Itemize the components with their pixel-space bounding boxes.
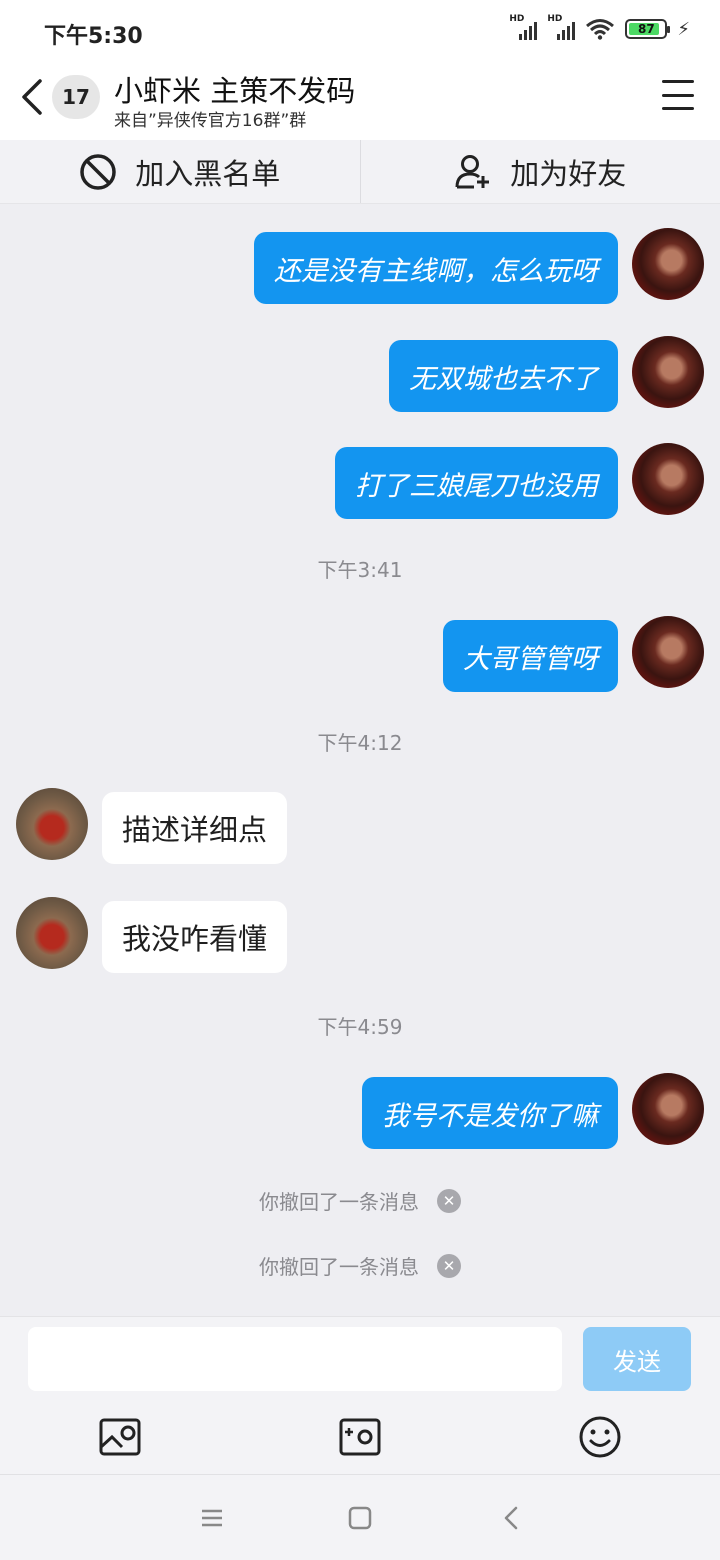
outgoing-message-bubble[interactable]: 我号不是发你了嘛 xyxy=(362,1077,618,1149)
battery-icon: 87 xyxy=(625,19,671,39)
charging-bolt-icon: ⚡ xyxy=(677,18,690,40)
action-bar: 加入黑名单 加为好友 xyxy=(0,140,720,204)
unread-count-badge: 17 xyxy=(52,75,100,119)
system-nav-bar xyxy=(0,1474,720,1560)
image-button[interactable] xyxy=(98,1415,142,1459)
recent-apps-icon[interactable] xyxy=(199,1505,225,1531)
message-timestamp: 下午4:59 xyxy=(317,1015,403,1039)
camera-button[interactable] xyxy=(338,1415,382,1459)
recall-text: 你撤回了一条消息 xyxy=(259,1190,419,1214)
message-list[interactable]: 还是没有主线啊，怎么玩呀 无双城也去不了 打了三娘尾刀也没用 下午3:41 大哥… xyxy=(0,204,720,1316)
chevron-left-icon xyxy=(22,79,42,115)
message-row: 我号不是发你了嘛 xyxy=(0,1073,720,1149)
camera-icon xyxy=(339,1418,381,1456)
status-icons: HD HD 87 ⚡ xyxy=(509,14,690,40)
message-row: 无双城也去不了 xyxy=(0,336,720,412)
outgoing-message-bubble[interactable]: 无双城也去不了 xyxy=(389,340,618,412)
outgoing-message-bubble[interactable]: 大哥管管呀 xyxy=(443,620,618,692)
message-row: 打了三娘尾刀也没用 xyxy=(0,443,720,519)
incoming-message-bubble[interactable]: 我没咋看懂 xyxy=(102,901,288,973)
composer: 发送 xyxy=(0,1316,720,1474)
add-friend-label: 加为好友 xyxy=(510,156,627,191)
my-avatar[interactable] xyxy=(632,443,704,515)
outgoing-message-bubble[interactable]: 还是没有主线啊，怎么玩呀 xyxy=(254,232,618,304)
chat-subtitle: 来自”异侠传官方16群”群 xyxy=(114,111,307,131)
my-avatar[interactable] xyxy=(632,616,704,688)
close-icon[interactable]: ✕ xyxy=(437,1253,461,1278)
menu-icon[interactable] xyxy=(662,80,694,110)
my-avatar[interactable] xyxy=(632,228,704,300)
status-bar: 下午5:30 HD HD 87 ⚡ xyxy=(0,0,720,64)
battery-percent: 87 xyxy=(638,22,655,36)
message-timestamp: 下午4:12 xyxy=(317,731,403,755)
message-input[interactable] xyxy=(28,1327,562,1391)
message-timestamp: 下午3:41 xyxy=(317,558,403,582)
block-label: 加入黑名单 xyxy=(135,156,281,191)
image-icon xyxy=(99,1418,141,1456)
block-button[interactable]: 加入黑名单 xyxy=(0,140,360,203)
wifi-icon xyxy=(586,19,615,40)
my-avatar[interactable] xyxy=(632,336,704,408)
status-time: 下午5:30 xyxy=(44,24,143,49)
message-row: 还是没有主线啊，怎么玩呀 xyxy=(0,228,720,304)
incoming-message-bubble[interactable]: 描述详细点 xyxy=(102,792,288,864)
my-avatar[interactable] xyxy=(632,1073,704,1145)
chat-header: 17 小虾米 主策不发码 来自”异侠传官方16群”群 xyxy=(0,64,720,140)
add-user-icon xyxy=(455,154,490,188)
close-icon[interactable]: ✕ xyxy=(437,1188,461,1213)
contact-avatar[interactable] xyxy=(16,897,88,969)
recall-text: 你撤回了一条消息 xyxy=(259,1255,419,1279)
signal-icon: HD xyxy=(547,14,576,40)
message-row: 描述详细点 xyxy=(0,788,720,864)
contact-avatar[interactable] xyxy=(16,788,88,860)
send-button[interactable]: 发送 xyxy=(583,1327,691,1391)
outgoing-message-bubble[interactable]: 打了三娘尾刀也没用 xyxy=(335,447,618,519)
chat-title: 小虾米 主策不发码 xyxy=(114,74,356,108)
back-button[interactable]: 17 xyxy=(18,72,108,122)
recall-notice: 你撤回了一条消息 ✕ xyxy=(0,1251,720,1280)
message-row: 我没咋看懂 xyxy=(0,897,720,973)
recall-notice: 你撤回了一条消息 ✕ xyxy=(0,1186,720,1215)
message-row: 大哥管管呀 xyxy=(0,616,720,692)
emoji-icon xyxy=(579,1416,621,1458)
back-nav-icon[interactable] xyxy=(499,1505,525,1531)
emoji-button[interactable] xyxy=(578,1415,622,1459)
signal-icon: HD xyxy=(509,14,538,40)
add-friend-button[interactable]: 加为好友 xyxy=(359,140,720,203)
home-icon[interactable] xyxy=(347,1505,373,1531)
block-icon xyxy=(80,153,116,190)
